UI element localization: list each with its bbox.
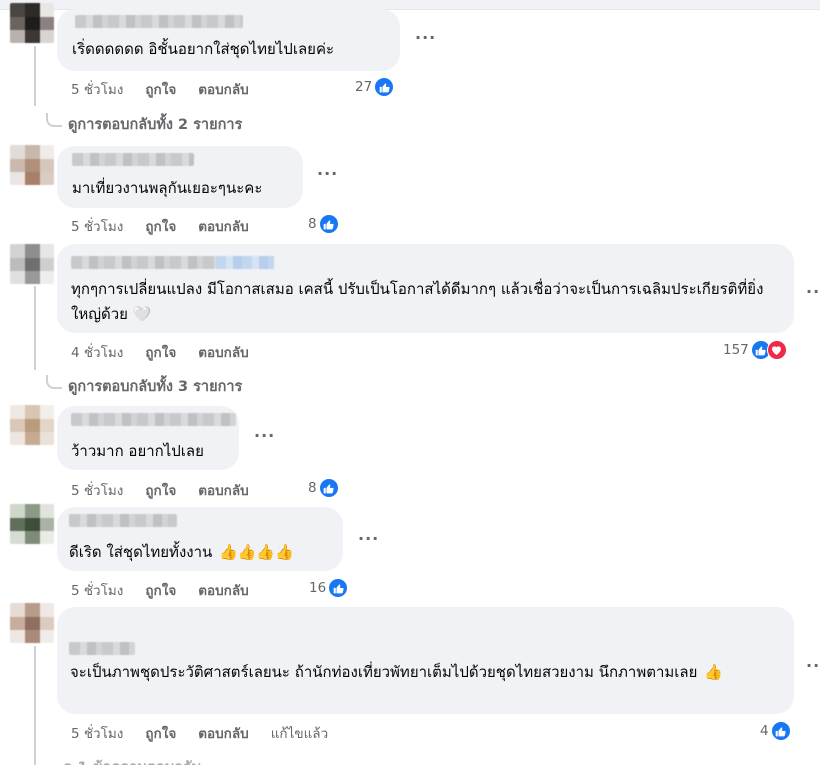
like-button[interactable]: ถูกใจ bbox=[145, 579, 176, 601]
view-replies-label: ดูการตอบกลับทั้ง 2 รายการ bbox=[68, 117, 243, 133]
reaction-count: 27 bbox=[355, 79, 373, 95]
avatar[interactable] bbox=[10, 405, 54, 445]
reaction-count: 157 bbox=[723, 342, 749, 358]
comment-text: มาเที่ยวงานพลุกันเยอะๆนะคะ bbox=[72, 179, 263, 197]
thumbs-up-emoji: 👍👍👍👍 bbox=[219, 543, 294, 561]
more-options-icon[interactable]: ··· bbox=[415, 28, 436, 47]
reply-button[interactable]: ตอบกลับ bbox=[198, 479, 248, 501]
reaction-summary[interactable]: 27 bbox=[355, 77, 395, 97]
thread-line bbox=[34, 646, 36, 765]
comment-timestamp[interactable]: 5 ชั่วโมง bbox=[71, 215, 123, 237]
more-options-icon[interactable]: ··· bbox=[358, 529, 379, 548]
like-button[interactable]: ถูกใจ bbox=[145, 722, 176, 744]
comment-timestamp[interactable]: 5 ชั่วโมง bbox=[71, 579, 123, 601]
commenter-name[interactable] bbox=[69, 642, 135, 655]
reply-button[interactable]: ตอบกลับ bbox=[198, 215, 248, 237]
thread-line bbox=[34, 46, 36, 106]
avatar[interactable] bbox=[10, 244, 54, 284]
avatar[interactable] bbox=[10, 504, 54, 544]
comment-text: ดีเริด ใส่ชุดไทยทั้งงาน 👍👍👍👍 bbox=[69, 540, 294, 565]
edited-label[interactable]: แก้ไขแล้ว bbox=[271, 722, 328, 744]
comment-actions: 5 ชั่วโมง ถูกใจ ตอบกลับ แก้ไขแล้ว bbox=[71, 722, 350, 744]
comment-timestamp[interactable]: 4 ชั่วโมง bbox=[71, 341, 123, 363]
reply-button[interactable]: ตอบกลับ bbox=[198, 78, 248, 100]
more-options-icon[interactable]: ··· bbox=[806, 656, 820, 675]
avatar[interactable] bbox=[10, 603, 54, 643]
comment-text: จะเป็นภาพชุดประวัติศาสตร์เลยนะ ถ้านักท่อ… bbox=[70, 660, 775, 685]
comment-timestamp[interactable]: 5 ชั่วโมง bbox=[71, 78, 123, 100]
view-replies-link[interactable]: ดูการตอบกลับทั้ง 3 รายการ bbox=[46, 374, 243, 398]
reply-button[interactable]: ตอบกลับ bbox=[198, 722, 248, 744]
comment-text: เริ่ดดดดดด อิชั้นอยากใส่ชุดไทยไปเลยค่ะ bbox=[72, 40, 335, 58]
like-icon bbox=[318, 214, 339, 234]
comment-bubble: ว้าวมาก อยากไปเลย bbox=[57, 406, 239, 470]
comment-bubble: ทุกๆการเปลี่ยนแปลง มีโอกาสเสมอ เคสนี้ ปร… bbox=[57, 244, 794, 333]
thread-branch bbox=[46, 112, 62, 127]
view-replies-link[interactable]: ดูการตอบกลับทั้ง 2 รายการ bbox=[46, 112, 243, 136]
comment-timestamp[interactable]: 5 ชั่วโมง bbox=[71, 722, 123, 744]
reaction-summary[interactable]: 8 bbox=[308, 214, 339, 234]
commenter-name[interactable] bbox=[69, 514, 177, 527]
like-button[interactable]: ถูกใจ bbox=[145, 479, 176, 501]
reaction-count: 4 bbox=[760, 723, 769, 739]
reaction-count: 8 bbox=[308, 480, 317, 496]
comment-actions: 4 ชั่วโมง ถูกใจ ตอบกลับ bbox=[71, 341, 271, 363]
more-options-icon[interactable]: ··· bbox=[317, 164, 338, 183]
thread-line bbox=[34, 286, 36, 370]
commenter-name[interactable] bbox=[75, 15, 243, 28]
more-options-icon[interactable]: ··· bbox=[806, 282, 820, 301]
comment-actions: 5 ชั่วโมง ถูกใจ ตอบกลับ bbox=[71, 579, 271, 601]
thumbs-up-emoji: 👍 bbox=[704, 663, 723, 681]
like-icon bbox=[374, 77, 395, 97]
comment-bubble: มาเที่ยวงานพลุกันเยอะๆนะคะ bbox=[57, 146, 303, 208]
like-button[interactable]: ถูกใจ bbox=[145, 215, 176, 237]
like-button[interactable]: ถูกใจ bbox=[145, 341, 176, 363]
commenter-name[interactable] bbox=[71, 413, 236, 426]
thread-branch bbox=[46, 374, 62, 389]
reaction-summary[interactable]: 157 bbox=[723, 340, 787, 360]
more-options-icon[interactable]: ··· bbox=[254, 426, 275, 445]
comment-bubble: จะเป็นภาพชุดประวัติศาสตร์เลยนะ ถ้านักท่อ… bbox=[57, 607, 794, 714]
reaction-summary[interactable]: 8 bbox=[308, 478, 339, 498]
avatar[interactable] bbox=[10, 145, 54, 185]
comment-bubble: เริ่ดดดดดด อิชั้นอยากใส่ชุดไทยไปเลยค่ะ bbox=[57, 9, 400, 71]
commenter-name[interactable] bbox=[71, 256, 274, 269]
reply-button[interactable]: ตอบกลับ bbox=[198, 341, 248, 363]
like-icon bbox=[318, 478, 339, 498]
reply-button[interactable]: ตอบกลับ bbox=[198, 579, 248, 601]
avatar[interactable] bbox=[10, 3, 54, 43]
view-replies-label: ดูการตอบกลับทั้ง 3 รายการ bbox=[68, 379, 243, 395]
reaction-count: 16 bbox=[309, 580, 327, 596]
like-icon bbox=[770, 721, 791, 741]
comment-actions: 5 ชั่วโมง ถูกใจ ตอบกลับ bbox=[71, 78, 271, 100]
reaction-summary[interactable]: 4 bbox=[760, 721, 791, 741]
comments-panel: เริ่ดดดดดด อิชั้นอยากใส่ชุดไทยไปเลยค่ะ ·… bbox=[0, 0, 820, 765]
reaction-count: 8 bbox=[308, 216, 317, 232]
comment-actions: 5 ชั่วโมง ถูกใจ ตอบกลับ bbox=[71, 479, 271, 501]
comment-text-body: ดีเริด ใส่ชุดไทยทั้งงาน bbox=[69, 543, 213, 561]
comment-text: ทุกๆการเปลี่ยนแปลง มีโอกาสเสมอ เคสนี้ ปร… bbox=[71, 280, 764, 323]
like-icon bbox=[328, 578, 349, 598]
comment-actions: 5 ชั่วโมง ถูกใจ ตอบกลับ bbox=[71, 215, 271, 237]
like-button[interactable]: ถูกใจ bbox=[145, 78, 176, 100]
love-icon bbox=[766, 340, 787, 360]
comment-timestamp[interactable]: 5 ชั่วโมง bbox=[71, 479, 123, 501]
comment-bubble: ดีเริด ใส่ชุดไทยทั้งงาน 👍👍👍👍 bbox=[57, 507, 343, 571]
comment-text: ว้าวมาก อยากไปเลย bbox=[71, 442, 204, 460]
view-replies-link[interactable]: ดู 1 ข้อความตอบกลับ bbox=[63, 756, 201, 765]
commenter-name[interactable] bbox=[72, 153, 194, 166]
comment-text-body: จะเป็นภาพชุดประวัติศาสตร์เลยนะ ถ้านักท่อ… bbox=[70, 663, 698, 681]
reaction-summary[interactable]: 16 bbox=[309, 578, 349, 598]
